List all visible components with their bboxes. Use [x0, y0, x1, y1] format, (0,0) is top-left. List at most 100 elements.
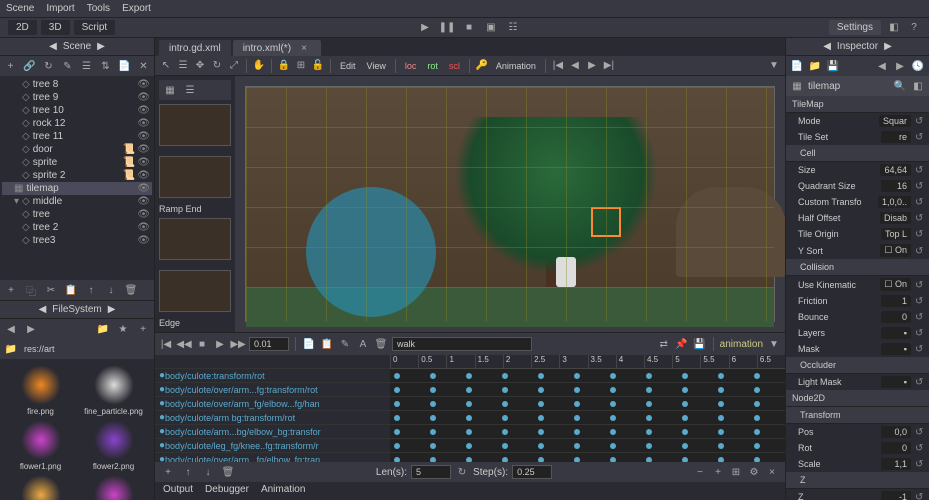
help-icon[interactable]: ?	[907, 21, 921, 35]
keyframe[interactable]	[646, 443, 652, 449]
anim-rev-icon[interactable]: ◀◀	[177, 337, 191, 351]
history-back-icon[interactable]: ◀	[875, 59, 889, 73]
arrow-icon[interactable]: ✥	[193, 59, 207, 73]
keyframe[interactable]	[610, 429, 616, 435]
track-row[interactable]: ● body/culote:transform/rot	[155, 369, 390, 383]
inspector-prop[interactable]: Friction1↺	[786, 293, 929, 309]
keyframe[interactable]	[718, 415, 724, 421]
close-anim-icon[interactable]: ×	[765, 465, 779, 479]
inspector-section[interactable]: Occluder	[786, 357, 929, 374]
keyframe[interactable]	[502, 443, 508, 449]
keyframe[interactable]	[574, 443, 580, 449]
scene-tree[interactable]: ◇ tree 8👁◇ tree 9👁◇ tree 10👁◇ rock 12👁◇ …	[0, 76, 154, 280]
list-view-icon[interactable]: ☰	[183, 83, 197, 97]
reparent-icon[interactable]: ⇅	[99, 59, 112, 73]
keyframe[interactable]	[430, 415, 436, 421]
del-anim-icon[interactable]: 🗑	[374, 337, 388, 351]
keyframe[interactable]	[394, 387, 400, 393]
move-down-icon[interactable]: ↓	[201, 465, 215, 479]
inspector-prop[interactable]: Size64,64↺	[786, 162, 929, 178]
add-track-icon[interactable]: +	[161, 465, 175, 479]
keyframe[interactable]	[538, 387, 544, 393]
inspector-prop[interactable]: Tile Setre↺	[786, 129, 929, 145]
menu-export[interactable]: Export	[122, 3, 151, 14]
keyframe[interactable]	[466, 387, 472, 393]
folder-icon[interactable]: 📁	[96, 322, 110, 336]
keyframe[interactable]	[610, 415, 616, 421]
save-anim-icon[interactable]: 💾	[693, 337, 707, 351]
panel-next-icon[interactable]: ▶	[108, 304, 116, 315]
track-row[interactable]: ● body/culote/over/arm_fg/elbow...fg/han	[155, 397, 390, 411]
panel-prev-icon[interactable]: ◀	[823, 41, 831, 52]
key-row[interactable]	[390, 453, 785, 462]
keyframe[interactable]	[538, 401, 544, 407]
keyframe[interactable]	[610, 443, 616, 449]
step-input[interactable]	[512, 465, 552, 479]
keyframe[interactable]	[430, 401, 436, 407]
search-icon[interactable]: 🔍	[893, 79, 907, 93]
add-fs-icon[interactable]: +	[136, 322, 150, 336]
time-input[interactable]	[249, 337, 289, 351]
new-anim-icon[interactable]: 📄	[302, 337, 316, 351]
rotate-icon[interactable]: ↻	[210, 59, 224, 73]
keyframe[interactable]	[430, 457, 436, 462]
zoom-in-icon[interactable]: +	[711, 465, 725, 479]
keyframe[interactable]	[610, 401, 616, 407]
keyframe[interactable]	[394, 373, 400, 379]
keyframe[interactable]	[538, 457, 544, 462]
keyframe[interactable]	[430, 387, 436, 393]
keyframe[interactable]	[754, 429, 760, 435]
dropdown-icon[interactable]: ▼	[767, 59, 781, 73]
keyframe[interactable]	[394, 415, 400, 421]
node-options-icon[interactable]: ◧	[911, 79, 925, 93]
inspector-prop[interactable]: Layers▪↺	[786, 325, 929, 341]
move-down-icon[interactable]: ↓	[104, 283, 118, 297]
move-up-icon[interactable]: ↑	[84, 283, 98, 297]
keyframe[interactable]	[538, 429, 544, 435]
keyframe[interactable]	[502, 401, 508, 407]
keyframe[interactable]	[610, 457, 616, 462]
file-item[interactable]: fine_particle.png	[79, 365, 148, 416]
inspector-prop[interactable]: ModeSquar↺	[786, 113, 929, 129]
options-icon[interactable]: ⚙	[747, 465, 761, 479]
keyframe[interactable]	[394, 457, 400, 462]
inspector-prop[interactable]: Rot0↺	[786, 440, 929, 456]
anim-ff-icon[interactable]: ▶▶	[231, 337, 245, 351]
keyframe[interactable]	[538, 443, 544, 449]
keyframe[interactable]	[502, 429, 508, 435]
keyframe[interactable]	[394, 401, 400, 407]
mode-script[interactable]: Script	[74, 20, 116, 35]
tile-thumb[interactable]	[159, 218, 231, 260]
res-new-icon[interactable]: 📄	[790, 59, 804, 73]
replace-icon[interactable]: ↻	[42, 59, 55, 73]
inspector-prop[interactable]: Use Kinematic☐ On↺	[786, 276, 929, 293]
autoplay-icon[interactable]: A	[356, 337, 370, 351]
inspector-prop[interactable]: Pos0,0↺	[786, 424, 929, 440]
keyframe[interactable]	[718, 457, 724, 462]
keyframe[interactable]	[538, 373, 544, 379]
tab-debugger[interactable]: Debugger	[205, 484, 249, 498]
tree-item[interactable]: ◇ sprite📜👁	[2, 156, 152, 169]
keyframe[interactable]	[646, 457, 652, 462]
dup-anim-icon[interactable]: 📋	[320, 337, 334, 351]
paste-icon[interactable]: 📋	[64, 283, 78, 297]
keyframe[interactable]	[754, 373, 760, 379]
inspector-prop[interactable]: Scale1,1↺	[786, 456, 929, 472]
pan-icon[interactable]: ✋	[252, 59, 266, 73]
keyframe[interactable]	[646, 401, 652, 407]
file-item[interactable]: flower3.png	[6, 475, 75, 500]
anim-first-icon[interactable]: |◀	[159, 337, 173, 351]
settings-button[interactable]: Settings	[829, 20, 881, 35]
tree-item[interactable]: ◇ rock 12👁	[2, 117, 152, 130]
animation-menu[interactable]: Animation	[492, 59, 540, 73]
fav-icon[interactable]: ★	[116, 322, 130, 336]
instance-icon[interactable]: 🔗	[23, 59, 36, 73]
keyframe[interactable]	[430, 443, 436, 449]
back-icon[interactable]: ◀	[4, 322, 18, 336]
rename-icon[interactable]: ✎	[338, 337, 352, 351]
file-item[interactable]: fire.png	[6, 365, 75, 416]
keyframe[interactable]	[466, 415, 472, 421]
track-row[interactable]: ● body/culote/arm bg:transform/rot	[155, 411, 390, 425]
tree-item[interactable]: ◇ sprite 2📜👁	[2, 169, 152, 182]
inspector-prop[interactable]: Mask▪↺	[786, 341, 929, 357]
